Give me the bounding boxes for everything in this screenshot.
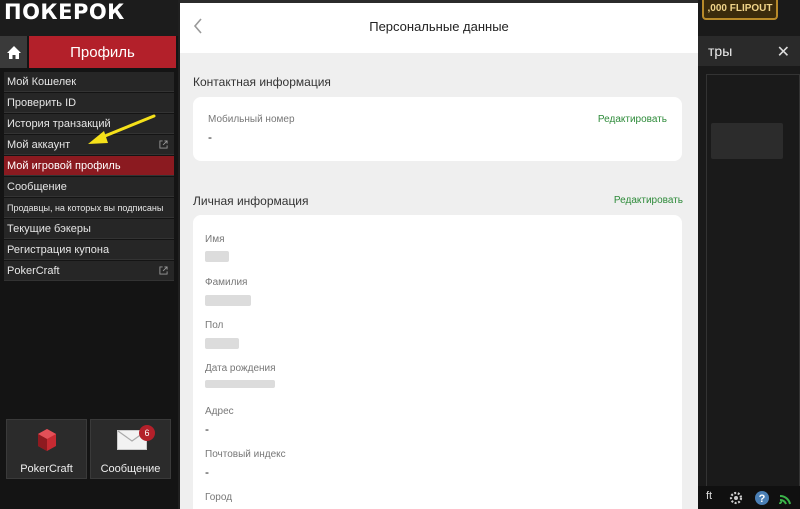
contact-card: Мобильный номер - Редактировать xyxy=(193,97,682,161)
gear-icon[interactable] xyxy=(728,490,744,506)
unread-count-badge: 6 xyxy=(139,425,155,441)
address-value: - xyxy=(205,422,209,436)
profile-nav: Профиль xyxy=(0,36,176,68)
left-sidebar: ПОКЕРОК Профиль Мой Кошелек Проверить ID… xyxy=(0,0,178,509)
personal-section-title: Личная информация xyxy=(193,194,309,208)
modal-title: Персональные данные xyxy=(369,19,509,34)
last-name-redacted xyxy=(205,295,251,306)
edit-contact-link[interactable]: Редактировать xyxy=(598,114,667,125)
external-link-icon xyxy=(159,266,168,275)
menu-item-wallet[interactable]: Мой Кошелек xyxy=(4,72,174,92)
filter-title: тры xyxy=(708,43,733,59)
edit-personal-link[interactable]: Редактировать xyxy=(614,195,683,206)
menu-item-pokercraft[interactable]: PokerCraft xyxy=(4,261,174,281)
messages-tile[interactable]: 6 Сообщение xyxy=(90,419,171,479)
menu-item-verify-id[interactable]: Проверить ID xyxy=(4,93,174,113)
connection-signal-icon xyxy=(779,494,791,505)
flipout-banner[interactable]: ,000 FLIPOUT xyxy=(702,0,778,20)
filter-option-box[interactable] xyxy=(711,123,783,159)
postal-code-label: Почтовый индекс xyxy=(205,449,286,460)
bottom-tiles: PokerCraft 6 Сообщение xyxy=(6,419,172,479)
menu-item-label: Сообщение xyxy=(7,181,67,193)
menu-item-label: Текущие бэкеры xyxy=(7,223,91,235)
close-icon[interactable]: ✕ xyxy=(777,42,790,62)
external-link-icon xyxy=(159,140,168,149)
menu-item-label: Мой игровой профиль xyxy=(7,160,121,172)
birth-date-redacted xyxy=(205,380,275,388)
menu-item-label: Продавцы, на которых вы подписаны xyxy=(7,203,164,213)
svg-text:?: ? xyxy=(759,493,766,505)
postal-code-value: - xyxy=(205,465,209,479)
pokerok-logo: ПОКЕРОК xyxy=(4,0,125,24)
contact-section-title: Контактная информация xyxy=(193,75,331,89)
profile-menu: Мой Кошелек Проверить ID История транзак… xyxy=(4,72,174,282)
messages-tile-label: Сообщение xyxy=(100,463,161,475)
last-name-label: Фамилия xyxy=(205,277,248,288)
pokercraft-tile-label: PokerCraft xyxy=(20,463,73,475)
menu-item-label: PokerCraft xyxy=(7,265,60,277)
filter-header: тры ✕ xyxy=(698,36,800,66)
mobile-value: - xyxy=(208,130,212,144)
profile-tab[interactable]: Профиль xyxy=(29,36,176,68)
modal-header: Персональные данные xyxy=(180,3,698,53)
menu-item-game-profile[interactable]: Мой игровой профиль xyxy=(4,156,174,176)
bottom-toolbar: ft ? xyxy=(698,486,800,509)
first-name-redacted xyxy=(205,251,229,262)
address-label: Адрес xyxy=(205,406,234,417)
menu-item-followed-sellers[interactable]: Продавцы, на которых вы подписаны xyxy=(4,198,174,218)
help-icon[interactable]: ? xyxy=(754,490,770,506)
gender-label: Пол xyxy=(205,320,224,331)
personal-info-card: Имя Фамилия Пол Дата рождения Адрес - По… xyxy=(193,215,682,509)
pokercraft-tile[interactable]: PokerCraft xyxy=(6,419,87,479)
menu-item-label: Регистрация купона xyxy=(7,244,110,256)
menu-item-messages[interactable]: Сообщение xyxy=(4,177,174,197)
filter-panel xyxy=(706,74,800,494)
birth-date-label: Дата рождения xyxy=(205,363,276,374)
menu-item-coupon-registration[interactable]: Регистрация купона xyxy=(4,240,174,260)
home-button[interactable] xyxy=(0,36,27,68)
city-label: Город xyxy=(205,492,233,503)
pokercraft-icon xyxy=(38,429,56,451)
first-name-label: Имя xyxy=(205,234,225,245)
annotation-arrow-icon xyxy=(88,114,156,144)
gender-redacted xyxy=(205,338,239,349)
menu-item-label: Мой аккаунт xyxy=(7,139,71,151)
personal-data-modal: Персональные данные Контактная информаци… xyxy=(180,0,698,509)
logo-bar: ПОКЕРОК xyxy=(0,0,178,36)
pokercraft-short-label[interactable]: ft xyxy=(706,490,712,502)
menu-item-current-backers[interactable]: Текущие бэкеры xyxy=(4,219,174,239)
menu-item-label: Проверить ID xyxy=(7,97,77,109)
right-background-panel: ,000 FLIPOUT тры ✕ ft ? xyxy=(698,0,800,509)
home-icon xyxy=(6,45,21,59)
mobile-label: Мобильный номер xyxy=(208,114,295,125)
menu-item-label: Мой Кошелек xyxy=(7,76,77,88)
